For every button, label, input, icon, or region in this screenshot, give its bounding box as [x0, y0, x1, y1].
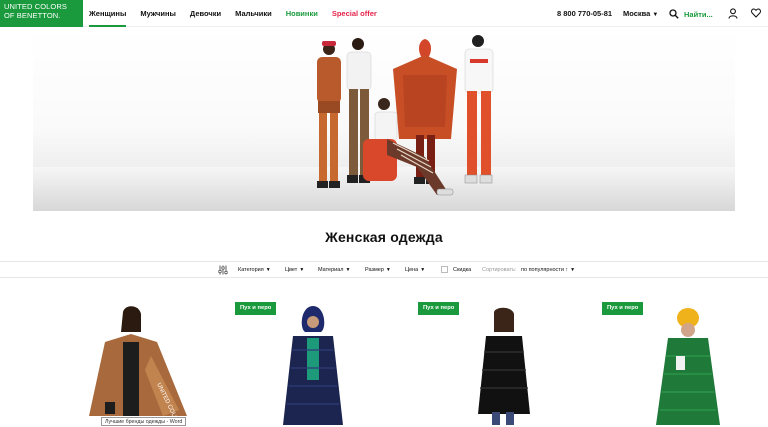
chevron-down-icon: ▼ [265, 267, 271, 273]
sort-selector[interactable]: по популярности ↑ ▼ [521, 266, 575, 274]
filter-category-label: Категория [238, 267, 264, 273]
nav-item-men[interactable]: Мужчины [140, 0, 176, 27]
sort-label: Сортировать: [482, 267, 517, 273]
product-image-navy-puffer [283, 306, 343, 425]
filter-size-label: Размер [365, 267, 384, 273]
product-card-1[interactable]: UNITED COLORS [65, 298, 215, 425]
product-image-green-puffer [656, 308, 720, 425]
user-icon[interactable] [728, 8, 738, 19]
filter-price[interactable]: Цена ▼ [405, 266, 425, 274]
chevron-down-icon: ▼ [345, 267, 351, 273]
logo-line-2: OF BENETTON. [4, 10, 61, 20]
nav-item-women[interactable]: Женщины [89, 0, 127, 27]
main-nav: Женщины Мужчины Девочки Мальчики Новинки… [89, 0, 391, 27]
page-title: Женская одежда [325, 229, 443, 245]
hero-banner[interactable] [33, 27, 735, 211]
chevron-down-icon: ▼ [299, 267, 305, 273]
filter-size[interactable]: Размер ▼ [365, 266, 391, 274]
chevron-down-icon: ▼ [420, 267, 426, 273]
filter-discount[interactable]: Скидка [441, 266, 471, 274]
chevron-down-icon: ▼ [652, 12, 659, 18]
brand-logo[interactable]: UNITED COLORS OF BENETTON. [0, 0, 83, 27]
discount-label: Скидка [453, 267, 472, 273]
nav-item-special-offer[interactable]: Special offer [332, 0, 377, 27]
nav-item-new[interactable]: Новинки [286, 0, 318, 27]
filter-price-label: Цена [405, 267, 419, 273]
search-label: Найти... [684, 9, 713, 19]
product-card-4[interactable]: Пух и перо [602, 298, 752, 425]
filter-color[interactable]: Цвет ▼ [285, 266, 304, 274]
city-selector[interactable]: Москва ▼ [623, 0, 658, 29]
filter-category[interactable]: Категория ▼ [238, 266, 271, 274]
search-icon [669, 9, 679, 19]
city-label: Москва [623, 9, 651, 18]
model-rust-outfit [317, 41, 341, 188]
sort-value: по популярности ↑ [521, 267, 569, 273]
product-badge-down: Пух и перо [418, 302, 460, 315]
product-card-3[interactable]: Пух и перо [418, 298, 568, 425]
discount-checkbox[interactable] [441, 266, 448, 274]
product-card-2[interactable]: Пух и перо [235, 298, 385, 425]
filter-color-label: Цвет [285, 267, 298, 273]
chevron-down-icon: ▼ [385, 267, 391, 273]
filter-bar: Категория ▼ Цвет ▼ Материал ▼ Размер ▼ Цена ▼… [0, 261, 768, 278]
nav-item-boys[interactable]: Мальчики [235, 0, 272, 27]
model-recycle-tee [464, 35, 494, 184]
filter-material-label: Материал [318, 267, 344, 273]
product-image-black-puffer [478, 307, 530, 425]
phone-number[interactable]: 8 800 770-05-81 [557, 0, 612, 27]
hero-models-illustration [317, 35, 494, 196]
product-badge-down: Пух и перо [602, 302, 644, 315]
nav-item-girls[interactable]: Девочки [190, 0, 221, 27]
chevron-down-icon: ▼ [570, 267, 576, 273]
product-badge-down: Пух и перо [235, 302, 277, 315]
heart-icon[interactable] [751, 8, 761, 18]
filter-sliders-icon[interactable] [218, 265, 228, 275]
product-image-camel-cape: UNITED COLORS [89, 306, 187, 425]
top-bar: UNITED COLORS OF BENETTON. Женщины Мужчи… [0, 0, 768, 27]
filter-material[interactable]: Материал ▼ [318, 266, 350, 274]
